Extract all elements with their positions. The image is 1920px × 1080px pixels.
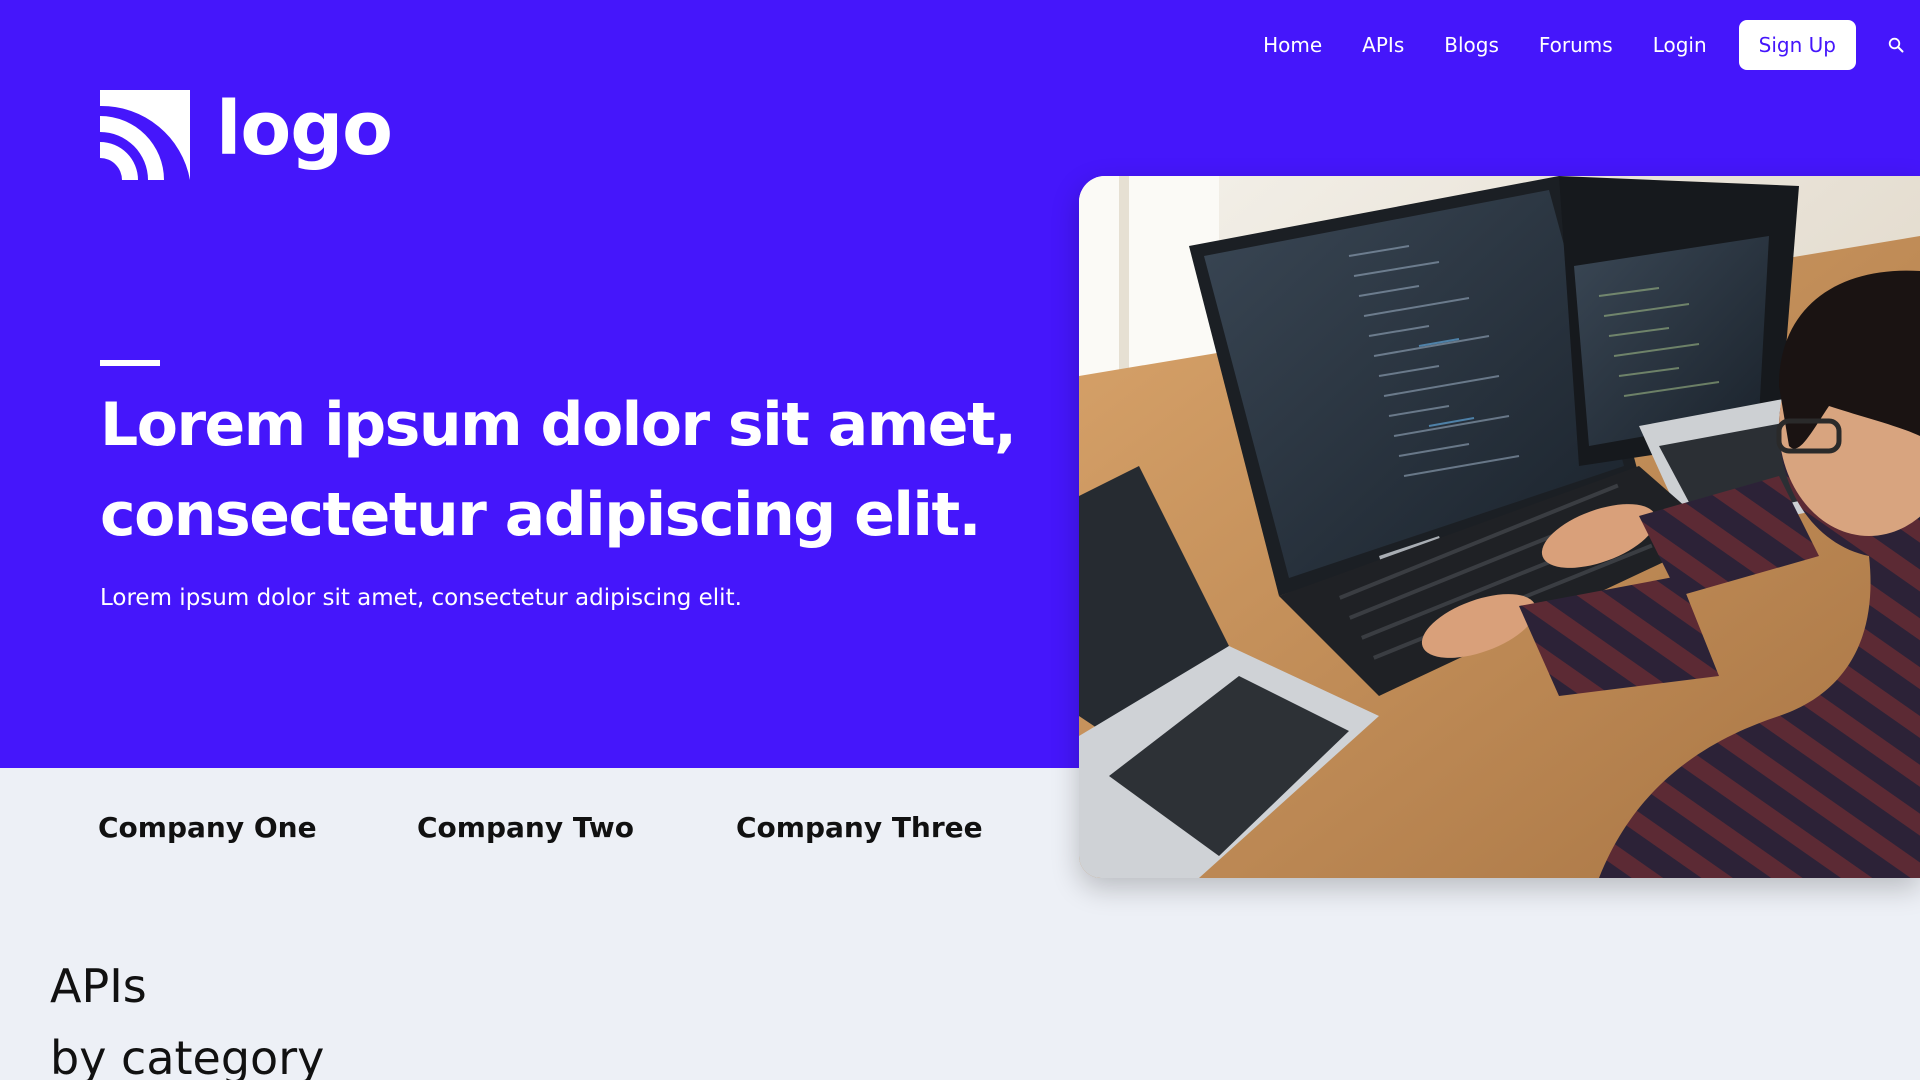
section-title-line2: by category	[50, 1031, 325, 1080]
hero-image	[1079, 176, 1920, 878]
nav-home[interactable]: Home	[1263, 33, 1322, 57]
wave-logo-icon	[100, 90, 190, 180]
nav-forums[interactable]: Forums	[1539, 33, 1613, 57]
section-title-line1: APIs	[50, 959, 147, 1013]
nav-apis[interactable]: APIs	[1362, 33, 1404, 57]
nav-login[interactable]: Login	[1653, 33, 1707, 57]
developer-at-desk-photo	[1079, 176, 1920, 878]
hero-title-line2: consectetur adipiscing elit.	[100, 480, 981, 550]
main-nav: Home APIs Blogs Forums Login Sign Up	[1263, 20, 1908, 70]
company-name: Company Two	[417, 811, 634, 844]
hero-accent-line	[100, 360, 160, 366]
section-title: APIs by category	[50, 950, 324, 1080]
page: logo Home APIs Blogs Forums Login Sign U…	[0, 0, 1920, 1080]
company-name: Company One	[98, 811, 317, 844]
search-icon	[1888, 37, 1904, 53]
hero-title-line1: Lorem ipsum dolor sit amet,	[100, 390, 1017, 460]
hero-title: Lorem ipsum dolor sit amet, consectetur …	[100, 380, 1040, 560]
logo-text: logo	[216, 86, 393, 172]
company-name: Company Three	[736, 811, 983, 844]
search-button[interactable]	[1884, 33, 1908, 57]
nav-blogs[interactable]: Blogs	[1444, 33, 1499, 57]
logo-link[interactable]: logo	[100, 86, 393, 180]
signup-button[interactable]: Sign Up	[1738, 20, 1856, 70]
hero-subtitle: Lorem ipsum dolor sit amet, consectetur …	[100, 585, 742, 611]
